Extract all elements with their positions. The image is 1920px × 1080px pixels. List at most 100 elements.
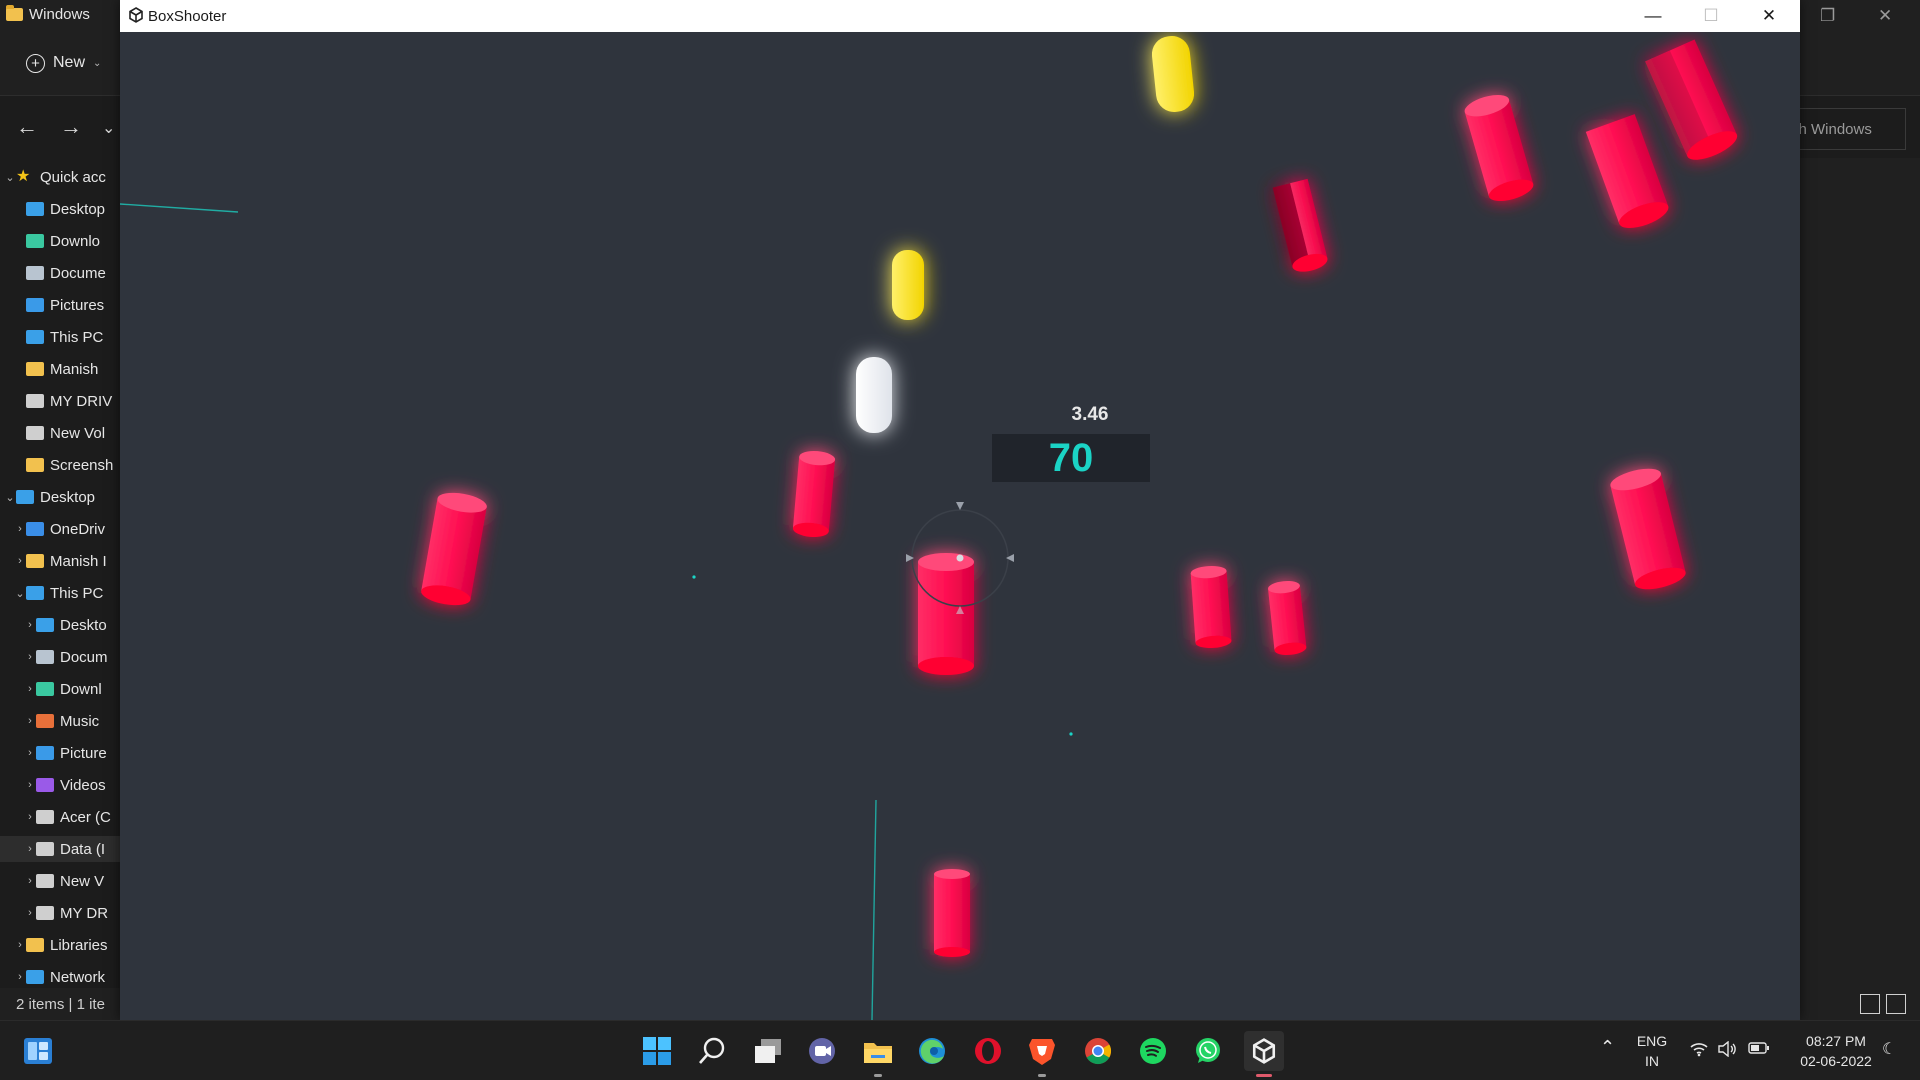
sidebar-item[interactable]: › Data (I bbox=[0, 836, 120, 862]
sidebar-item-label: Downl bbox=[60, 680, 102, 698]
folder-icon bbox=[6, 5, 23, 21]
sidebar-item[interactable]: Manish bbox=[0, 356, 120, 382]
close-icon[interactable]: ✕ bbox=[1878, 6, 1892, 26]
chevron-right-icon[interactable]: › bbox=[14, 971, 26, 983]
chevron-right-icon[interactable]: › bbox=[24, 907, 36, 919]
folder-icon bbox=[26, 554, 44, 568]
game-window-title: BoxShooter bbox=[148, 8, 227, 25]
chevron-right-icon[interactable]: › bbox=[24, 747, 36, 759]
region-indicator[interactable]: IN bbox=[1632, 1053, 1672, 1069]
show-hidden-icons-chevron-icon[interactable]: ⌃ bbox=[1600, 1037, 1615, 1058]
plus-icon: + bbox=[26, 53, 45, 73]
sidebar-item[interactable]: Screensh bbox=[0, 452, 120, 478]
forward-arrow-icon[interactable]: → bbox=[60, 114, 82, 140]
pictures-icon bbox=[36, 746, 54, 760]
chevron-right-icon[interactable]: › bbox=[24, 619, 36, 631]
new-button-label: New bbox=[53, 54, 86, 71]
sidebar-item[interactable]: › Acer (C bbox=[0, 804, 120, 830]
widgets-icon[interactable] bbox=[18, 1031, 58, 1071]
opera-icon[interactable] bbox=[968, 1031, 1008, 1071]
recent-dropdown-icon[interactable]: ⌄ bbox=[102, 118, 115, 138]
sidebar-item-label: Manish I bbox=[50, 552, 107, 570]
chevron-down-icon[interactable]: ⌄ bbox=[14, 587, 26, 600]
sidebar-item-label: Desktop bbox=[40, 488, 96, 506]
maximize-icon[interactable]: ☐ bbox=[1682, 0, 1740, 32]
enemy-cylinder bbox=[1268, 580, 1307, 656]
new-button[interactable]: + New ⌄ bbox=[26, 50, 101, 76]
brave-icon[interactable] bbox=[1022, 1031, 1062, 1077]
star-icon: ★ bbox=[16, 168, 31, 185]
language-indicator[interactable]: ENG bbox=[1632, 1033, 1672, 1049]
edge-icon[interactable] bbox=[912, 1031, 952, 1071]
sidebar-item[interactable]: ⌄ This PC bbox=[0, 580, 120, 606]
monitor-icon bbox=[26, 330, 44, 344]
chevron-right-icon[interactable]: › bbox=[24, 875, 36, 887]
chevron-right-icon[interactable]: › bbox=[24, 651, 36, 663]
file-explorer-icon[interactable] bbox=[858, 1031, 898, 1077]
spotify-icon[interactable] bbox=[1133, 1031, 1173, 1071]
task-view-icon[interactable] bbox=[748, 1031, 788, 1071]
whatsapp-icon[interactable] bbox=[1188, 1031, 1228, 1071]
enemy-cylinder bbox=[1464, 94, 1534, 202]
chevron-down-icon[interactable]: ⌄ bbox=[4, 491, 16, 504]
search-icon[interactable] bbox=[692, 1031, 732, 1071]
sidebar-item[interactable]: › Deskto bbox=[0, 612, 120, 638]
unity-icon[interactable] bbox=[1244, 1031, 1284, 1077]
sidebar-item[interactable]: › Docum bbox=[0, 644, 120, 670]
focus-assist-moon-icon[interactable]: ☾ bbox=[1882, 1039, 1896, 1059]
back-arrow-icon[interactable]: ← bbox=[16, 114, 38, 140]
chevron-right-icon[interactable]: › bbox=[24, 843, 36, 855]
sidebar-item[interactable]: › Picture bbox=[0, 740, 120, 766]
sidebar-item[interactable]: This PC bbox=[0, 324, 120, 350]
sidebar-item[interactable]: Pictures bbox=[0, 292, 120, 318]
chevron-right-icon[interactable]: › bbox=[14, 555, 26, 567]
bonus-cylinder bbox=[1151, 36, 1195, 112]
clock-time[interactable]: 08:27 PM bbox=[1776, 1033, 1896, 1049]
minimize-icon[interactable]: — bbox=[1624, 0, 1682, 32]
sidebar-item[interactable]: › OneDriv bbox=[0, 516, 120, 542]
enemy-cylinder bbox=[792, 450, 836, 538]
laser-trail bbox=[120, 203, 239, 213]
laser-spark bbox=[1069, 732, 1073, 736]
close-icon[interactable]: ✕ bbox=[1740, 0, 1798, 32]
game-viewport[interactable]: 3.46 70 bbox=[120, 32, 1800, 1020]
start-icon[interactable] bbox=[637, 1031, 677, 1071]
chevron-right-icon[interactable]: › bbox=[24, 683, 36, 695]
chevron-right-icon[interactable]: › bbox=[24, 715, 36, 727]
sidebar-item[interactable]: MY DRIV bbox=[0, 388, 120, 414]
sidebar-item[interactable]: › Network bbox=[0, 964, 120, 990]
sidebar-item[interactable]: › New V bbox=[0, 868, 120, 894]
sidebar-item-label: Network bbox=[50, 968, 106, 986]
wifi-icon[interactable] bbox=[1690, 1041, 1708, 1062]
chevron-down-icon[interactable]: ⌄ bbox=[4, 171, 16, 184]
sidebar-item-label: Downlo bbox=[50, 232, 101, 250]
chevron-right-icon[interactable]: › bbox=[14, 523, 26, 535]
sidebar-item[interactable]: Docume bbox=[0, 260, 120, 286]
chrome-icon[interactable] bbox=[1078, 1031, 1118, 1071]
sidebar-item[interactable]: › Downl bbox=[0, 676, 120, 702]
enemy-cylinder bbox=[421, 492, 487, 606]
sidebar-item[interactable]: › Videos bbox=[0, 772, 120, 798]
enemy-cylinder bbox=[934, 869, 970, 957]
sidebar-item[interactable]: New Vol bbox=[0, 420, 120, 446]
pictures-icon bbox=[26, 298, 44, 312]
volume-icon[interactable] bbox=[1718, 1040, 1738, 1062]
sidebar-item-label: New V bbox=[60, 872, 105, 890]
chevron-right-icon[interactable]: › bbox=[24, 779, 36, 791]
sidebar-item[interactable]: › Music bbox=[0, 708, 120, 734]
sidebar-item[interactable]: Desktop bbox=[0, 196, 120, 222]
sidebar-item[interactable]: › MY DR bbox=[0, 900, 120, 926]
chevron-right-icon[interactable]: › bbox=[14, 939, 26, 951]
clock-date[interactable]: 02-06-2022 bbox=[1776, 1053, 1896, 1069]
sidebar-item[interactable]: ⌄ ★ Quick acc bbox=[0, 164, 120, 190]
teams-chat-icon[interactable] bbox=[802, 1031, 842, 1071]
sidebar-item[interactable]: › Libraries bbox=[0, 932, 120, 958]
sidebar-item[interactable]: Downlo bbox=[0, 228, 120, 254]
details-view-icon[interactable] bbox=[1860, 994, 1880, 1014]
sidebar-item[interactable]: › Manish I bbox=[0, 548, 120, 574]
battery-icon[interactable] bbox=[1748, 1041, 1770, 1060]
tiles-view-icon[interactable] bbox=[1886, 994, 1906, 1014]
restore-icon[interactable]: ❐ bbox=[1820, 6, 1835, 26]
chevron-right-icon[interactable]: › bbox=[24, 811, 36, 823]
sidebar-item[interactable]: ⌄ Desktop bbox=[0, 484, 120, 510]
